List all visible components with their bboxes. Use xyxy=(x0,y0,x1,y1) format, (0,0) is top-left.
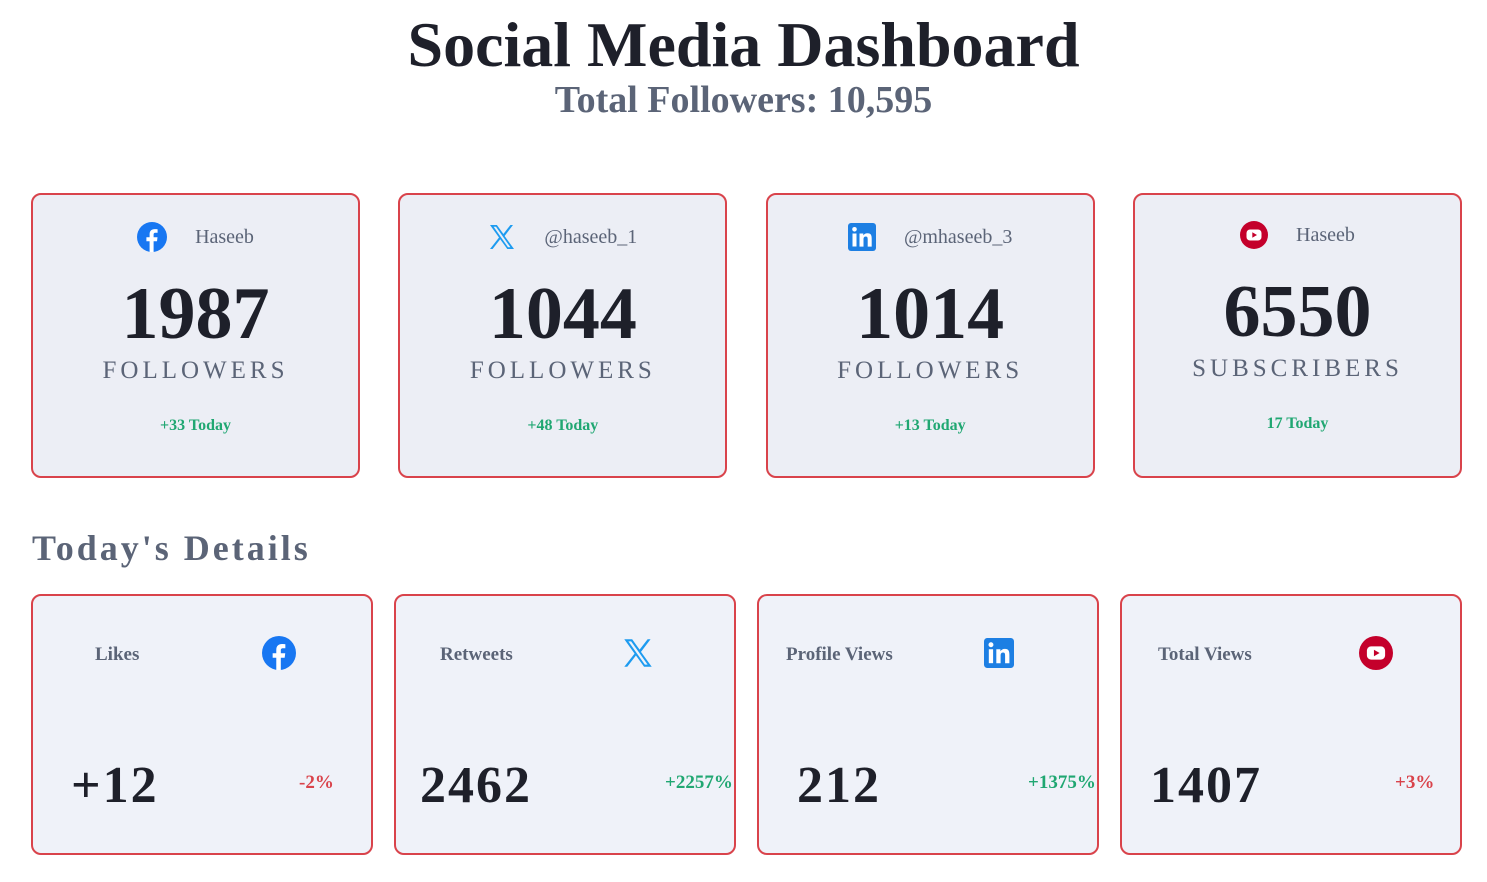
section-title: Today's Details xyxy=(32,528,311,568)
account-handle: Haseeb xyxy=(195,225,254,248)
account-handle: @haseeb_1 xyxy=(544,225,638,248)
detail-card-retweets[interactable]: Retweets 2462 +2257% xyxy=(394,594,736,855)
count-unit: FOLLOWERS xyxy=(102,357,289,384)
platform-cards: Haseeb 1987 FOLLOWERS +33 Today @haseeb_… xyxy=(31,193,1462,478)
platform-card-twitter[interactable]: @haseeb_1 1044 FOLLOWERS +48 Today xyxy=(398,193,728,478)
follower-count: 6550 xyxy=(1223,271,1372,353)
youtube-icon xyxy=(1359,636,1393,670)
today-change: +33 Today xyxy=(160,417,231,434)
total-followers: Total Followers: 10,595 xyxy=(554,79,933,121)
detail-value: 212 xyxy=(797,757,881,814)
count-unit: FOLLOWERS xyxy=(469,357,656,384)
linkedin-icon xyxy=(984,638,1018,672)
card-header: @mhaseeb_3 xyxy=(768,221,1093,253)
x-twitter-icon xyxy=(622,638,656,672)
detail-cards: Likes +12 -2% Retweets 2462 +2257% Profi… xyxy=(31,594,1462,855)
platform-card-linkedin[interactable]: @mhaseeb_3 1014 FOLLOWERS +13 Today xyxy=(765,193,1095,478)
detail-percent: +2257% xyxy=(665,772,733,793)
account-handle: @mhaseeb_3 xyxy=(903,225,1013,248)
detail-label: Total Views xyxy=(1158,644,1252,665)
facebook-icon xyxy=(262,636,296,670)
card-header: @haseeb_1 xyxy=(400,221,725,253)
today-change: 17 Today xyxy=(1266,415,1329,432)
detail-value: 2462 xyxy=(420,757,532,814)
account-handle: Haseeb xyxy=(1296,223,1355,246)
detail-value: 1407 xyxy=(1150,757,1262,814)
detail-label: Profile Views xyxy=(786,644,893,665)
detail-label: Likes xyxy=(95,644,140,665)
platform-card-facebook[interactable]: Haseeb 1987 FOLLOWERS +33 Today xyxy=(31,193,360,478)
youtube-icon xyxy=(1240,221,1269,249)
x-twitter-icon xyxy=(488,224,516,250)
platform-card-youtube[interactable]: Haseeb 6550 SUBSCRIBERS 17 Today xyxy=(1132,193,1462,478)
count-unit: FOLLOWERS xyxy=(837,357,1024,384)
dashboard-header: Social Media Dashboard Total Followers: … xyxy=(0,0,1487,122)
page-title: Social Media Dashboard xyxy=(407,9,1080,80)
follower-count: 1014 xyxy=(856,273,1005,355)
detail-percent: +3% xyxy=(1395,772,1435,793)
card-header: Haseeb xyxy=(1135,219,1460,251)
detail-card-likes[interactable]: Likes +12 -2% xyxy=(31,594,373,855)
follower-count: 1987 xyxy=(121,273,270,355)
detail-percent: -2% xyxy=(299,772,334,793)
today-change: +48 Today xyxy=(527,417,599,434)
detail-percent: +1375% xyxy=(1028,772,1096,793)
linkedin-icon xyxy=(847,223,876,251)
detail-label: Retweets xyxy=(440,644,513,665)
detail-card-profile-views[interactable]: Profile Views 212 +1375% xyxy=(757,594,1099,855)
today-change: +13 Today xyxy=(894,417,966,434)
facebook-icon xyxy=(137,222,168,252)
follower-count: 1044 xyxy=(488,273,637,355)
detail-value: +12 xyxy=(71,757,159,814)
card-header: Haseeb xyxy=(33,221,358,253)
detail-card-total-views[interactable]: Total Views 1407 +3% xyxy=(1120,594,1462,855)
count-unit: SUBSCRIBERS xyxy=(1192,355,1403,382)
